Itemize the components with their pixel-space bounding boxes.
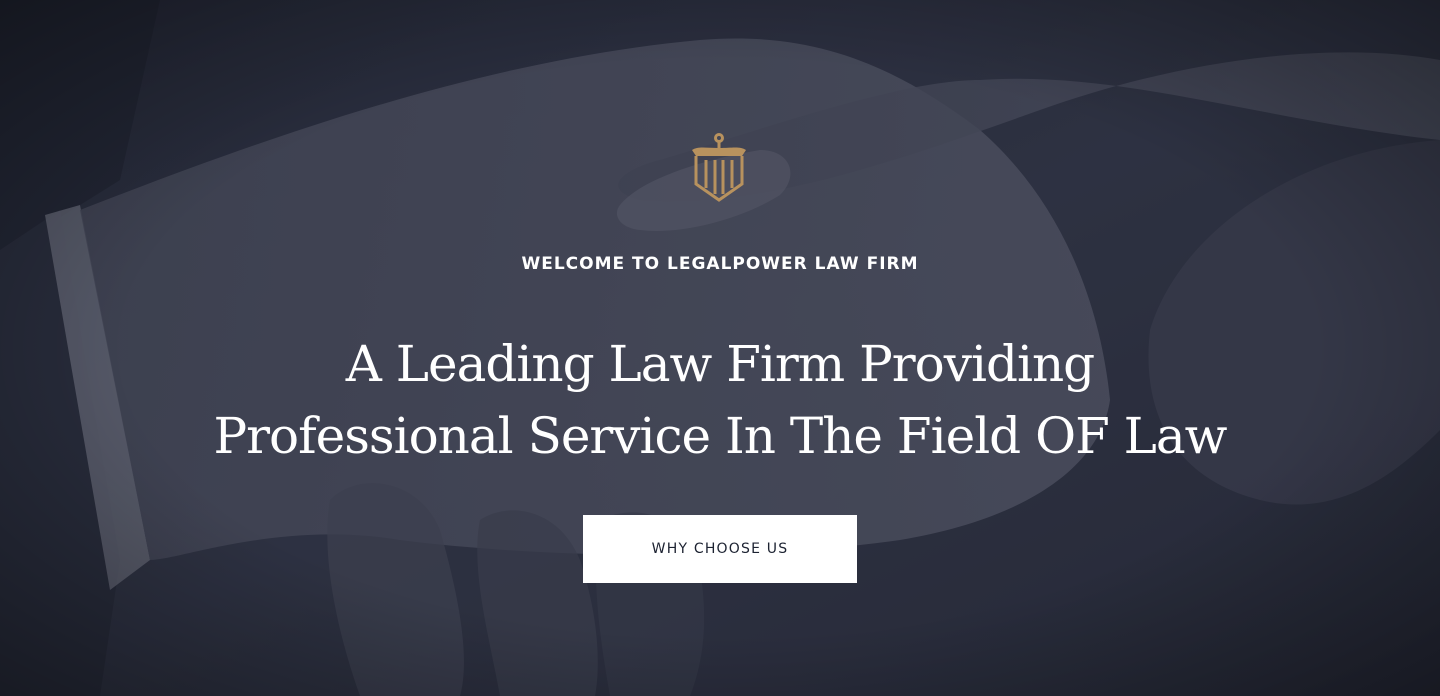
hero-section: WELCOME TO LEGALPOWER LAW FIRM A Leading… xyxy=(0,0,1440,696)
why-choose-us-button[interactable]: WHY CHOOSE US xyxy=(583,515,857,583)
pillar-shield-icon xyxy=(686,132,752,204)
hero-eyebrow-text: WELCOME TO LEGALPOWER LAW FIRM xyxy=(521,254,919,274)
hero-headline-line-1: A Leading Law Firm Providing xyxy=(345,335,1095,393)
hero-content: WELCOME TO LEGALPOWER LAW FIRM A Leading… xyxy=(0,0,1440,696)
hero-headline-line-2: Professional Service In The Field OF Law xyxy=(213,407,1228,465)
hero-headline: A Leading Law Firm Providing Professiona… xyxy=(0,328,1440,472)
